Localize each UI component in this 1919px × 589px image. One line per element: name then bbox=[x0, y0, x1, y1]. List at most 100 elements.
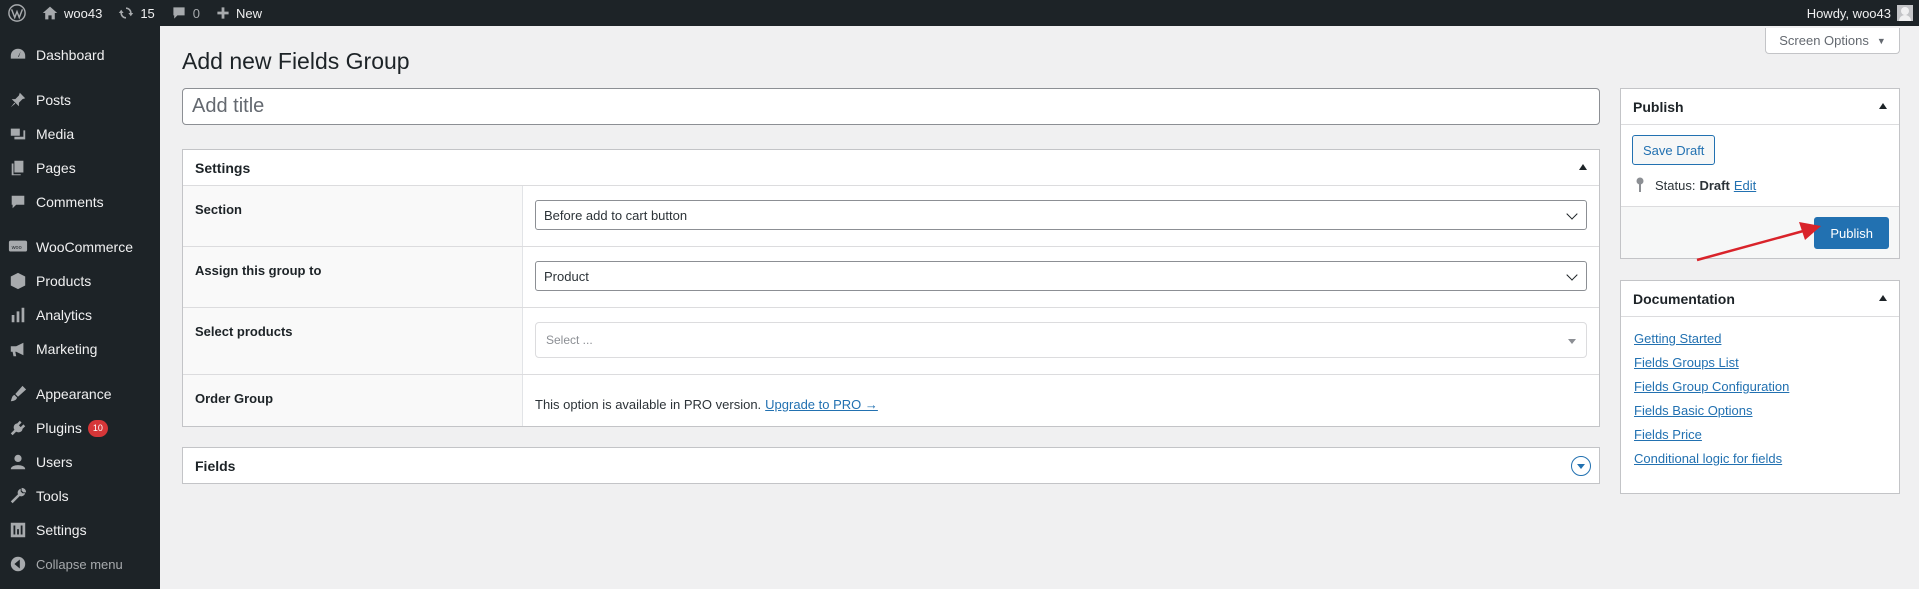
publish-header[interactable]: Publish bbox=[1621, 89, 1899, 125]
collapse-label: Collapse menu bbox=[36, 556, 123, 572]
dashboard-icon bbox=[10, 48, 26, 59]
fields-header[interactable]: Fields bbox=[183, 448, 1599, 484]
fields-title: Fields bbox=[195, 458, 236, 474]
site-name: woo43 bbox=[64, 5, 103, 21]
caret-down-icon bbox=[1568, 339, 1576, 344]
sidebar-item-plugins[interactable]: Plugins 10 bbox=[0, 411, 160, 445]
sidebar-label: WooCommerce bbox=[36, 239, 133, 255]
settings-row-select-products: Select products Select ... bbox=[183, 308, 1599, 375]
assign-group-select[interactable]: Product bbox=[535, 261, 1587, 291]
bar-chart-icon bbox=[11, 307, 25, 323]
doc-link-fields-basic-options[interactable]: Fields Basic Options bbox=[1634, 403, 1753, 418]
collapse-arrow-icon[interactable] bbox=[1879, 295, 1887, 301]
sidebar-item-dashboard[interactable]: Dashboard bbox=[0, 38, 160, 72]
screen-options-button[interactable]: Screen Options ▼ bbox=[1765, 28, 1900, 54]
wordpress-logo[interactable] bbox=[0, 0, 34, 26]
settings-box: Settings Section Before add to cart butt… bbox=[182, 149, 1600, 427]
doc-link-fields-price[interactable]: Fields Price bbox=[1634, 427, 1702, 442]
title-input[interactable] bbox=[182, 88, 1600, 125]
key-icon bbox=[1636, 177, 1644, 192]
plus-icon bbox=[217, 7, 229, 19]
sidebar-label: Dashboard bbox=[36, 47, 105, 63]
expand-circle-icon[interactable] bbox=[1571, 456, 1591, 476]
settings-row-label: Assign this group to bbox=[183, 247, 523, 307]
select-products-dropdown[interactable]: Select ... bbox=[535, 322, 1587, 358]
woo-icon: woo bbox=[8, 240, 28, 252]
settings-row-assign: Assign this group to Product bbox=[183, 247, 1599, 308]
documentation-header[interactable]: Documentation bbox=[1621, 281, 1899, 317]
section-select[interactable]: Before add to cart button bbox=[535, 200, 1587, 230]
sidebar-label: Products bbox=[36, 273, 92, 289]
site-name-link[interactable]: woo43 bbox=[34, 0, 110, 26]
sidebar-item-marketing[interactable]: Marketing bbox=[0, 332, 160, 366]
collapse-arrow-icon[interactable] bbox=[1579, 164, 1587, 170]
media-icon bbox=[10, 128, 26, 140]
avatar bbox=[1897, 5, 1913, 21]
sidebar-label: Media bbox=[36, 126, 75, 142]
sidebar-item-media[interactable]: Media bbox=[0, 117, 160, 151]
sidebar-item-settings[interactable]: Settings bbox=[0, 513, 160, 547]
sidebar-item-analytics[interactable]: Analytics bbox=[0, 298, 160, 332]
save-draft-button[interactable]: Save Draft bbox=[1632, 135, 1716, 165]
doc-link-conditional-logic[interactable]: Conditional logic for fields bbox=[1634, 451, 1782, 466]
settings-header[interactable]: Settings bbox=[183, 150, 1599, 186]
collapse-menu-button[interactable]: Collapse menu bbox=[0, 547, 160, 581]
collapse-icon bbox=[10, 556, 26, 572]
my-account[interactable]: Howdy, woo43 bbox=[1807, 5, 1919, 21]
wrench-icon bbox=[10, 487, 27, 504]
chevron-down-icon bbox=[1566, 208, 1578, 220]
status-value: Draft bbox=[1699, 177, 1730, 193]
box-icon bbox=[10, 272, 26, 290]
updates-link[interactable]: 15 bbox=[110, 0, 162, 26]
screen-options-label: Screen Options bbox=[1779, 33, 1869, 48]
select-products-placeholder: Select ... bbox=[546, 333, 593, 347]
sidebar-item-products[interactable]: Products bbox=[0, 264, 160, 298]
pages-icon bbox=[11, 160, 24, 176]
section-select-value: Before add to cart button bbox=[544, 207, 688, 223]
pin-icon bbox=[10, 92, 26, 108]
sidebar-label: Pages bbox=[36, 160, 76, 176]
sidebar-item-pages[interactable]: Pages bbox=[0, 151, 160, 185]
sidebar-label: Posts bbox=[36, 92, 72, 108]
comments-count: 0 bbox=[192, 5, 201, 21]
chevron-down-icon bbox=[1566, 269, 1578, 281]
sidebar-item-posts[interactable]: Posts bbox=[0, 83, 160, 117]
sidebar-item-woocommerce[interactable]: woo WooCommerce bbox=[0, 230, 160, 264]
fields-box: Fields bbox=[182, 447, 1600, 484]
sidebar-item-tools[interactable]: Tools bbox=[0, 479, 160, 513]
settings-row-order-group: Order Group This option is available in … bbox=[183, 375, 1599, 426]
post-status: Status: Draft Edit bbox=[1635, 177, 1756, 193]
sidebar-item-users[interactable]: Users bbox=[0, 445, 160, 479]
sidebar-label: Marketing bbox=[36, 341, 98, 357]
sidebar-item-appearance[interactable]: Appearance bbox=[0, 377, 160, 411]
upgrade-to-pro-link[interactable]: Upgrade to PRO → bbox=[765, 397, 878, 412]
howdy-text: Howdy, woo43 bbox=[1806, 5, 1891, 21]
pro-notice-text: This option is available in PRO version. bbox=[535, 397, 762, 412]
update-icon bbox=[119, 7, 134, 19]
doc-link-fields-group-configuration[interactable]: Fields Group Configuration bbox=[1634, 379, 1789, 394]
sidebar-label: Plugins bbox=[36, 420, 82, 436]
publish-button[interactable]: Publish bbox=[1814, 217, 1889, 249]
settings-row-section: Section Before add to cart button bbox=[183, 186, 1599, 247]
documentation-box: Documentation Getting Started Fields Gro… bbox=[1620, 280, 1900, 494]
caret-down-icon: ▼ bbox=[1876, 35, 1886, 46]
annotation-arrow-icon bbox=[1696, 222, 1821, 262]
settings-row-label: Section bbox=[183, 186, 523, 246]
comment-icon bbox=[173, 7, 185, 19]
plug-icon bbox=[10, 420, 26, 436]
edit-status-link[interactable]: Edit bbox=[1734, 178, 1756, 193]
doc-link-fields-groups-list[interactable]: Fields Groups List bbox=[1634, 355, 1739, 370]
publish-title: Publish bbox=[1633, 98, 1684, 115]
doc-link-getting-started[interactable]: Getting Started bbox=[1634, 331, 1721, 346]
sidebar-label: Settings bbox=[36, 522, 87, 538]
sidebar-label: Appearance bbox=[36, 386, 112, 402]
admin-bar: woo43 15 0 New Howdy, woo43 bbox=[0, 0, 1919, 26]
sidebar-label: Tools bbox=[36, 488, 69, 504]
sidebar-item-comments[interactable]: Comments bbox=[0, 185, 160, 219]
sliders-icon bbox=[10, 522, 26, 538]
sidebar-label: Users bbox=[36, 454, 73, 470]
collapse-arrow-icon[interactable] bbox=[1879, 103, 1887, 109]
comments-link[interactable]: 0 bbox=[163, 0, 208, 26]
sidebar-label: Analytics bbox=[36, 307, 93, 323]
new-content-link[interactable]: New bbox=[208, 0, 270, 26]
